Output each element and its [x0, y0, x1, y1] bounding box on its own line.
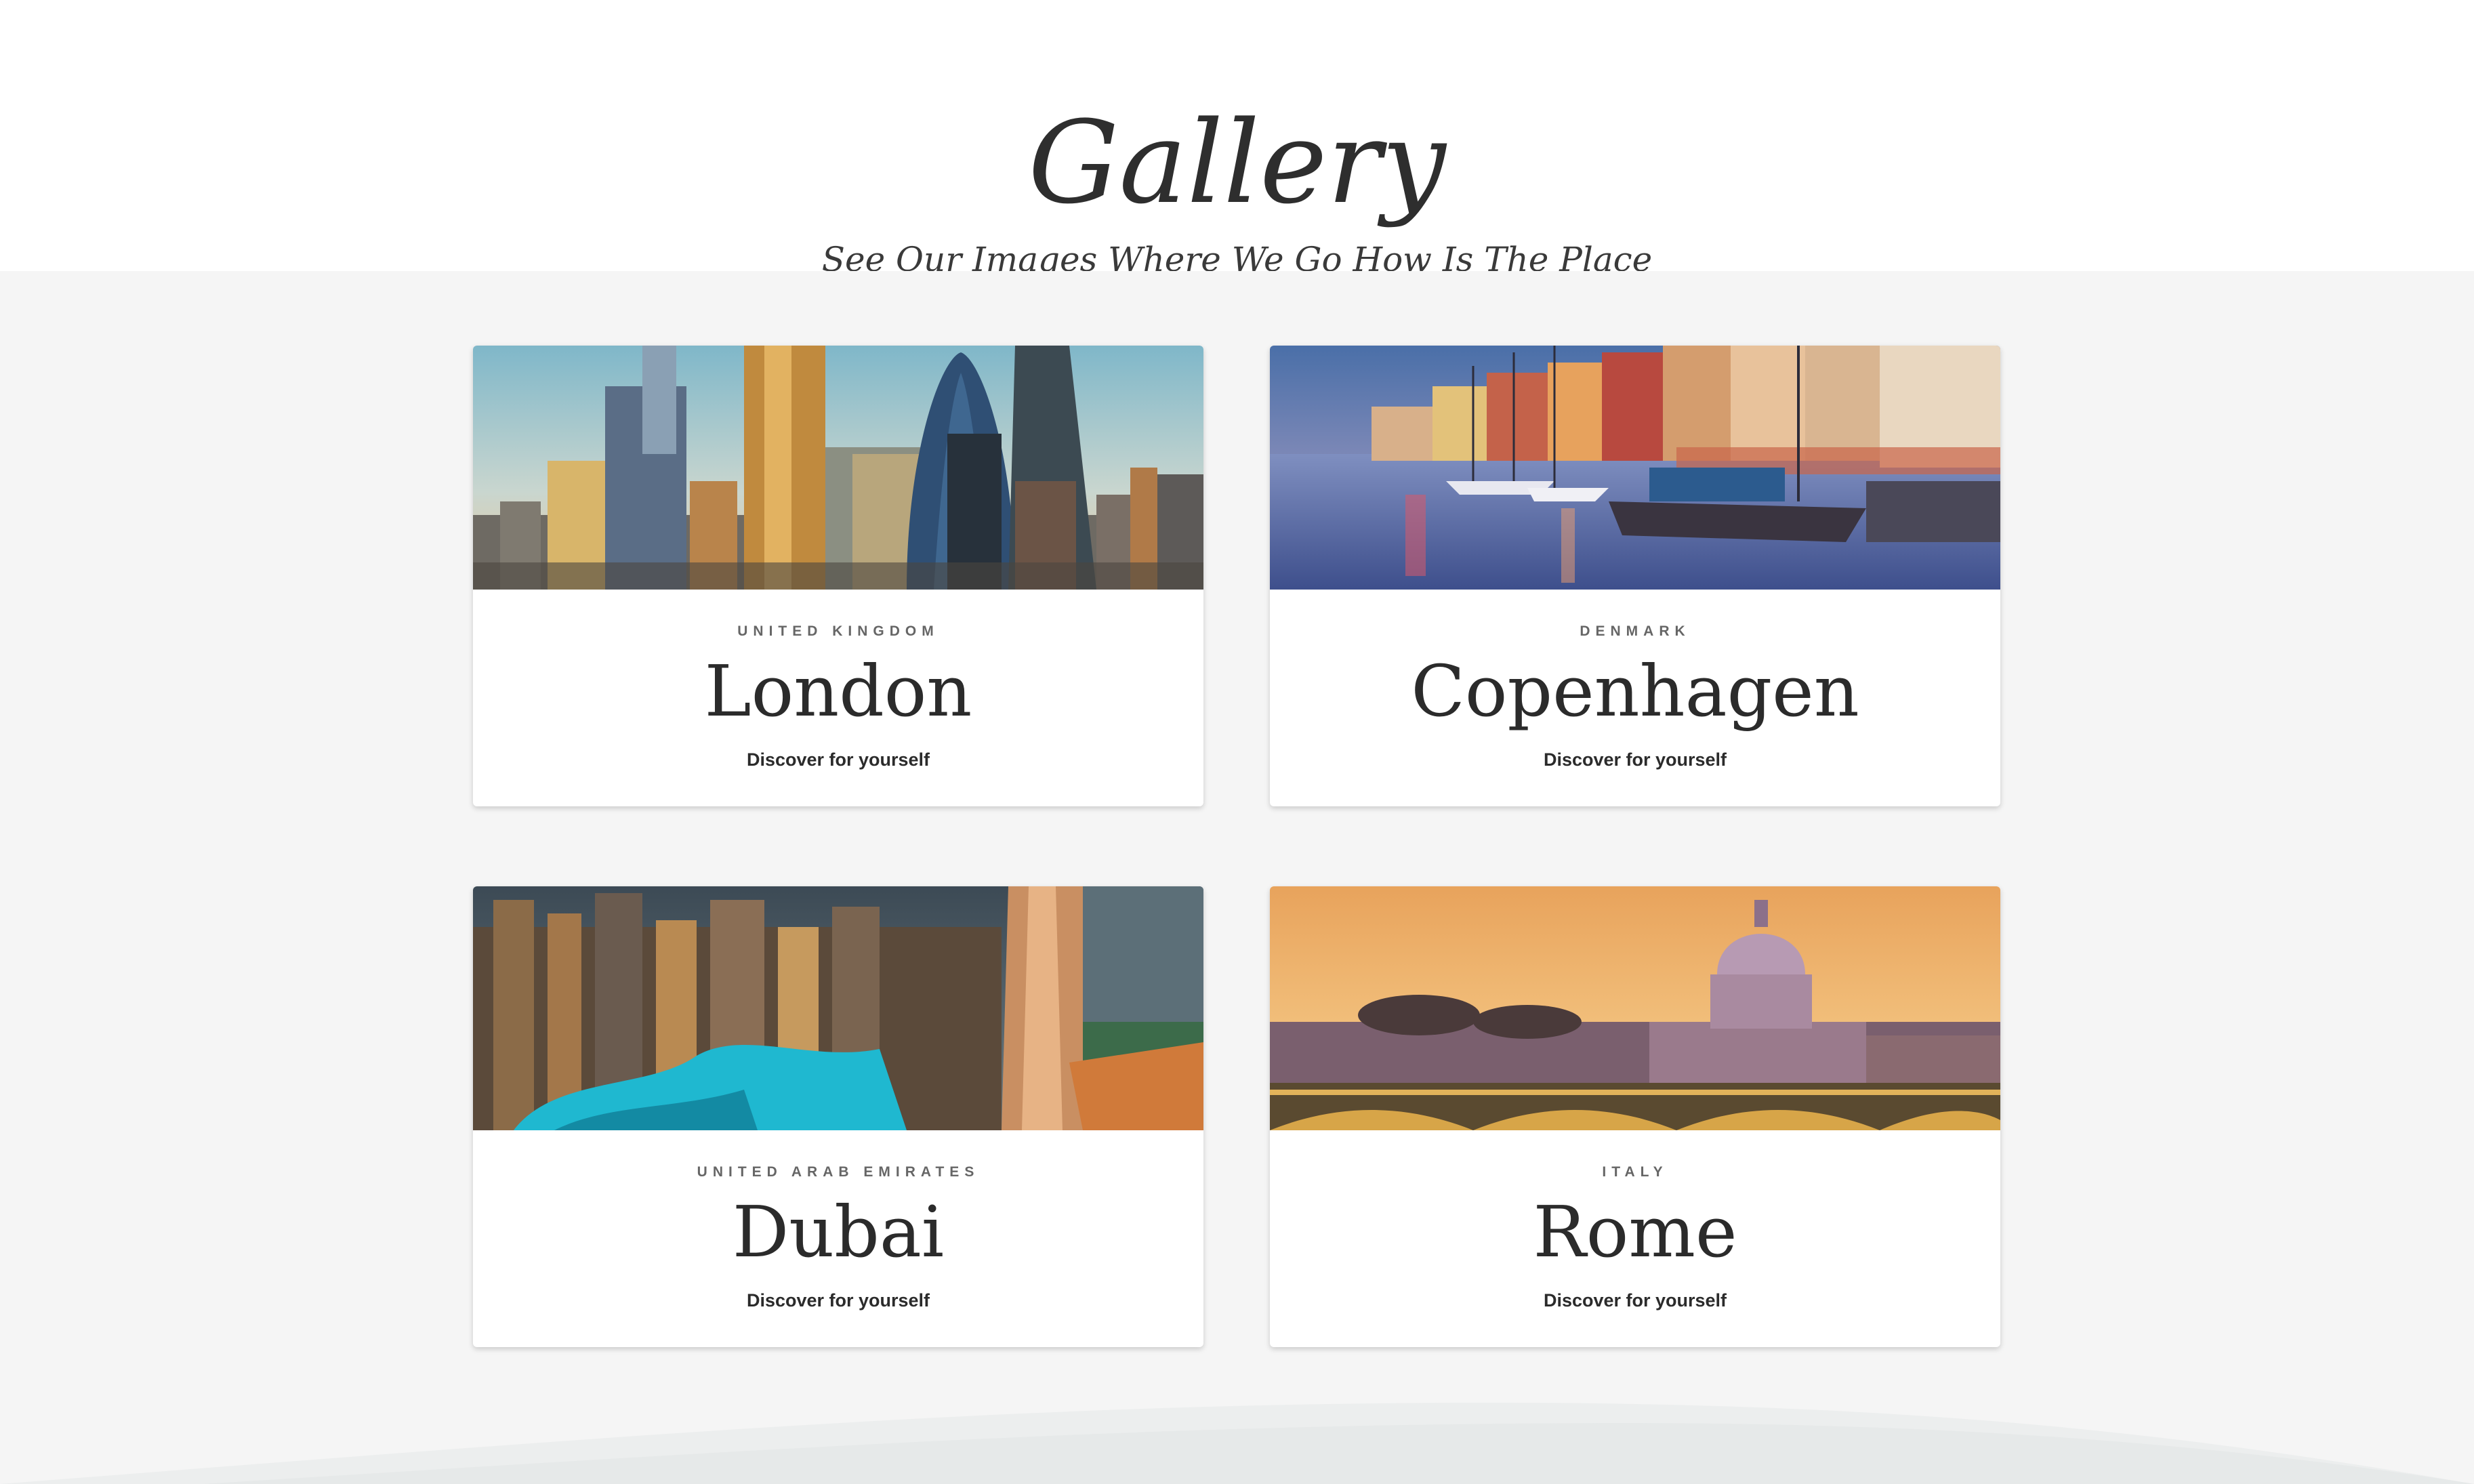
- discover-link[interactable]: Discover for yourself: [473, 1290, 1203, 1311]
- card-city: London: [704, 650, 972, 733]
- card-country: ITALY: [1602, 1164, 1668, 1180]
- dubai-marina-image[interactable]: [473, 886, 1203, 1130]
- card-city: Copenhagen: [1411, 650, 1859, 733]
- gallery-card-rome[interactable]: ITALY Rome Discover for yourself: [1270, 886, 2000, 1347]
- card-country: UNITED KINGDOM: [737, 623, 939, 639]
- gallery-card-london[interactable]: UNITED KINGDOM London Discover for yours…: [473, 346, 1203, 806]
- card-country: DENMARK: [1580, 623, 1691, 639]
- discover-link[interactable]: Discover for yourself: [473, 749, 1203, 770]
- gallery-section: UNITED KINGDOM London Discover for yours…: [0, 271, 2474, 1484]
- card-country: UNITED ARAB EMIRATES: [697, 1164, 980, 1180]
- page-title: Gallery: [1028, 96, 1446, 229]
- rome-vatican-image[interactable]: [1270, 886, 2000, 1130]
- card-city: Dubai: [732, 1191, 945, 1273]
- gallery-card-dubai[interactable]: UNITED ARAB EMIRATES Dubai Discover for …: [473, 886, 1203, 1347]
- gallery-card-copenhagen[interactable]: DENMARK Copenhagen Discover for yourself: [1270, 346, 2000, 806]
- discover-link[interactable]: Discover for yourself: [1270, 1290, 2000, 1311]
- copenhagen-harbor-image[interactable]: [1270, 346, 2000, 590]
- card-city: Rome: [1533, 1191, 1737, 1273]
- page-header: Gallery See Our Images Where We Go How I…: [0, 0, 2474, 279]
- gallery-grid: UNITED KINGDOM London Discover for yours…: [0, 271, 2474, 1484]
- discover-link[interactable]: Discover for yourself: [1270, 749, 2000, 770]
- london-skyline-image[interactable]: [473, 346, 1203, 590]
